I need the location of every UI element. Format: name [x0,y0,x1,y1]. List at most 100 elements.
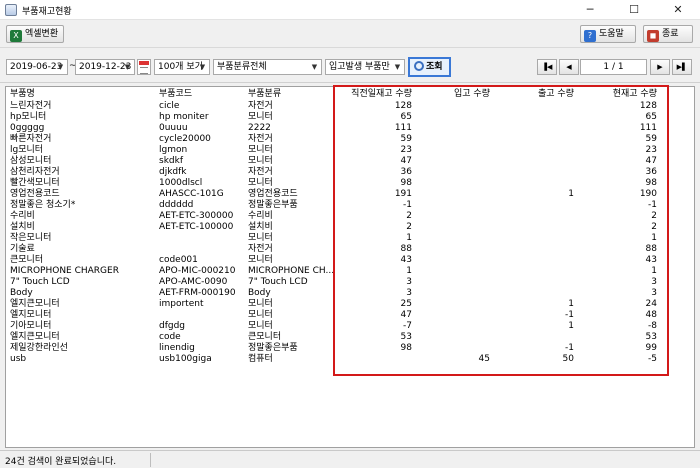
table-row[interactable]: lg모니터 lgmon 모니터 23 23 [6,145,694,156]
table-row[interactable]: usb usb100giga 컴퓨터 45 50 -5 [6,354,694,365]
calendar-icon[interactable] [137,59,151,75]
page-size-select[interactable]: 100개 보기 ▼ [154,59,210,75]
cell-category: 영업전용코드 [248,189,298,199]
column-header-in-qty[interactable]: 입고 수량 [454,89,490,100]
table-row[interactable]: MICROPHONE CHARGER APO-MIC-000210 MICROPHO… [6,266,694,277]
cell-current-stock: 3 [651,277,657,287]
cell-part-name: 수리비 [10,211,35,221]
cell-part-name: 기술료 [10,244,35,254]
cell-prev-stock: 2 [406,211,412,221]
exit-button[interactable]: ◼ 종료 [643,25,693,43]
next-page-button[interactable]: ▶ [650,59,670,75]
exit-label: 종료 [662,29,679,39]
cell-current-stock: 43 [645,255,657,265]
cell-prev-stock: 88 [400,244,412,254]
cell-prev-stock: 53 [400,332,412,342]
cell-current-stock: -5 [648,354,657,364]
cell-prev-stock: -1 [403,200,412,210]
column-header-prev-stock[interactable]: 직전일재고 수량 [351,89,412,100]
cell-out-qty: -1 [565,343,574,353]
table-row[interactable]: 7" Touch LCD APO-AMC-0090 7" Touch LCD 3 3 [6,277,694,288]
table-row[interactable]: Body AET-FRM-000190 Body 3 3 [6,288,694,299]
cell-part-name: 엘지모니터 [10,310,52,320]
page-indicator: 1 / 1 [580,59,647,75]
cell-current-stock: 128 [639,101,657,111]
table-row[interactable]: 제일강한라인선 linendig 정말좋은부품 98 -1 99 [6,343,694,354]
table-row[interactable]: hp모니터 hp moniter 모니터 65 65 [6,112,694,123]
category-select[interactable]: 부품분류전체 ▼ [213,59,322,75]
chevron-down-icon: ▼ [57,63,64,71]
table-row[interactable]: 영업전용코드 AHASCC-101G 영업전용코드 191 1 190 [6,189,694,200]
cell-category: 큰모니터 [248,332,282,342]
cell-part-code: APO-MIC-000210 [159,266,236,276]
table-row[interactable]: 작은모니터 모니터 1 1 [6,233,694,244]
column-header-part-name[interactable]: 부품명 [10,89,35,100]
cell-part-name: 영업전용코드 [10,189,60,199]
filter-toolbar: 2019-06-23 ▼ ~ 2019-12-23 ▼ 100개 보기 ▼ 부품… [0,49,700,83]
table-row[interactable]: 기아모니터 dfgdg 모니터 -7 1 -8 [6,321,694,332]
cell-category: 자전거 [248,244,273,254]
cell-category: 모니터 [248,156,273,166]
column-header-current-stock[interactable]: 현재고 수량 [613,89,657,100]
cell-current-stock: 65 [645,112,657,122]
inventory-table[interactable]: 부품명 부품코드 부품분류 직전일재고 수량 입고 수량 출고 수량 현재고 수… [5,86,695,448]
io-filter-select[interactable]: 입고발생 부품만 ▼ [325,59,405,75]
cell-category: 2222 [248,123,271,133]
cell-category: 자전거 [248,167,273,177]
cell-category: 설치비 [248,222,273,232]
first-page-button[interactable]: ▐◀ [537,59,557,75]
table-row[interactable]: 엘지큰모니터 importent 모니터 25 1 24 [6,299,694,310]
maximize-button[interactable]: ☐ [612,0,656,20]
date-from-picker[interactable]: 2019-06-23 ▼ [6,59,68,75]
cell-prev-stock: 47 [400,310,412,320]
table-row[interactable]: 엘지큰모니터 code 큰모니터 53 53 [6,332,694,343]
table-row[interactable]: 느린자전거 cicle 자전거 128 128 [6,101,694,112]
table-row[interactable]: 삼천리자전거 djkdfk 자전거 36 36 [6,167,694,178]
cell-category: Body [248,288,271,298]
table-row[interactable]: 삼성모니터 skdkf 모니터 47 47 [6,156,694,167]
chevron-down-icon: ▼ [124,63,131,71]
cell-prev-stock: 3 [406,277,412,287]
cell-part-code: dddddd [159,200,194,210]
excel-export-button[interactable]: X 엑셀변환 [6,25,64,43]
title-bar: 부품재고현황 ─ ☐ ✕ [0,0,700,20]
table-row[interactable]: 기술료 자전거 88 88 [6,244,694,255]
cell-category: 자전거 [248,134,273,144]
table-row[interactable]: 수리비 AET-ETC-300000 수리비 2 2 [6,211,694,222]
search-button[interactable]: 조회 [408,57,451,77]
cell-part-code: 0uuuu [159,123,188,133]
table-row[interactable]: 설치비 AET-ETC-100000 설치비 2 2 [6,222,694,233]
cell-current-stock: 2 [651,222,657,232]
table-row[interactable]: 빠른자전거 cycle20000 자전거 59 59 [6,134,694,145]
cell-part-name: 정말좋은 청소기* [10,200,76,210]
cell-category: 모니터 [248,321,273,331]
cell-in-qty: 45 [478,354,490,364]
column-header-out-qty[interactable]: 출고 수량 [538,89,574,100]
cell-out-qty: -1 [565,310,574,320]
cell-part-name: 빨간색모니터 [10,178,60,188]
cell-part-name: lg모니터 [10,145,44,155]
last-page-button[interactable]: ▶▌ [672,59,692,75]
cell-part-code: hp moniter [159,112,209,122]
cell-category: 모니터 [248,310,273,320]
cell-current-stock: -8 [648,321,657,331]
cell-category: 7" Touch LCD [248,277,308,287]
prev-page-button[interactable]: ◀ [559,59,579,75]
cell-current-stock: 1 [651,233,657,243]
help-button[interactable]: ? 도움말 [580,25,636,43]
minimize-button[interactable]: ─ [568,0,612,20]
cell-part-code: cicle [159,101,180,111]
table-row[interactable]: 0ggggg 0uuuu 2222 111 111 [6,123,694,134]
column-header-part-code[interactable]: 부품코드 [159,89,192,100]
chevron-down-icon: ▼ [394,63,401,71]
table-row[interactable]: 빨간색모니터 1000dlscl 모니터 98 98 [6,178,694,189]
table-row[interactable]: 정말좋은 청소기* dddddd 정말좋은부품 -1 -1 [6,200,694,211]
table-row[interactable]: 엘지모니터 모니터 47 -1 48 [6,310,694,321]
cell-out-qty: 1 [568,189,574,199]
table-row[interactable]: 큰모니터 code001 모니터 43 43 [6,255,694,266]
cell-prev-stock: 25 [400,299,412,309]
date-to-picker[interactable]: 2019-12-23 ▼ [75,59,135,75]
close-button[interactable]: ✕ [656,0,700,20]
column-header-category[interactable]: 부품분류 [248,89,281,100]
cell-category: 모니터 [248,299,273,309]
